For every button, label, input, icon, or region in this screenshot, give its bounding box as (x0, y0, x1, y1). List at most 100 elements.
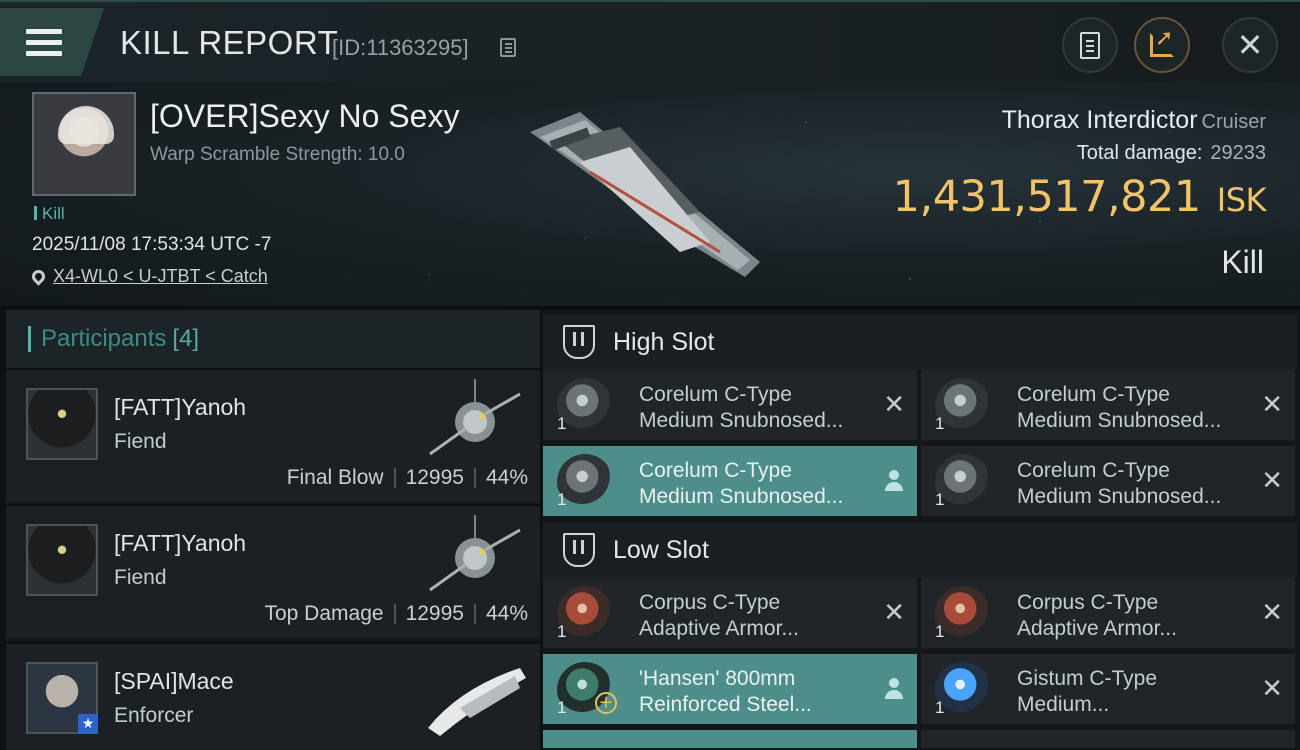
participant-percent: 44% (485, 466, 528, 489)
item-name: Corpus C-Type Adaptive Armor... (639, 590, 869, 642)
participant-ship-image (428, 668, 526, 736)
divider (393, 604, 396, 624)
participants-label: Participants (41, 325, 167, 352)
module-item[interactable]: 1 Corelum C-Type Medium Snubnosed... (543, 446, 917, 518)
destroyed-icon: ✕ (1261, 466, 1283, 496)
victim-ship-image[interactable] (520, 102, 770, 282)
destroyed-icon: ✕ (1261, 598, 1283, 628)
high-slot-icon (563, 325, 595, 359)
plus-badge-icon: + (595, 692, 617, 714)
clipboard-icon (1080, 31, 1100, 59)
warp-scramble-strength: Warp Scramble Strength: 10.0 (150, 144, 405, 165)
fitting-panel: High Slot 1 Corelum C-Type Medium Snubnos… (543, 310, 1300, 750)
item-name-line1: Corelum C-Type (1017, 459, 1170, 482)
module-item[interactable]: + 1 'Hansen' 800mm Reinforced Steel... (543, 654, 917, 726)
location-link[interactable]: X4-WL0 < U-JTBT < Catch (53, 266, 268, 287)
participant-ship: Enforcer (114, 704, 194, 727)
participant-name[interactable]: [FATT]Yanoh (114, 530, 246, 557)
total-damage: Total damage: 29233 (1077, 142, 1266, 165)
avatar[interactable] (26, 524, 98, 596)
ship-name-text: Thorax Interdictor (1001, 106, 1198, 134)
item-name-line2: Medium Snubnosed... (1017, 409, 1222, 432)
item-quantity: 1 (935, 414, 945, 433)
result-label: Kill (1221, 244, 1264, 280)
item-name-line1: Corelum C-Type (639, 459, 792, 482)
total-damage-value: 29233 (1210, 142, 1266, 164)
module-item[interactable]: 1 Corelum C-Type Medium Snubnosed... ✕ (921, 446, 1295, 518)
location: X4-WL0 < U-JTBT < Catch (29, 266, 268, 287)
avatar[interactable]: ★ (26, 662, 98, 734)
item-name-line2: Adaptive Armor... (639, 617, 799, 640)
module-item-partial[interactable] (543, 730, 917, 750)
victim-name[interactable]: [OVER]Sexy No Sexy (150, 98, 459, 135)
star-badge-icon: ★ (78, 714, 98, 734)
kill-tag: Kill (34, 204, 65, 224)
item-name: Corelum C-Type Medium Snubnosed... (1017, 458, 1247, 510)
participant-stats: Top Damage 12995 44% (264, 602, 528, 626)
menu-icon (26, 28, 62, 56)
participant-name[interactable]: [FATT]Yanoh (114, 394, 246, 421)
participant-card[interactable]: ★ [SPAI]Mace Enforcer (6, 642, 540, 750)
module-item[interactable]: 1 Corelum C-Type Medium Snubnosed... ✕ (921, 370, 1295, 442)
total-damage-label: Total damage: (1076, 142, 1203, 164)
divider (473, 604, 476, 624)
close-icon: ✕ (1236, 26, 1264, 64)
module-item[interactable]: 1 Corpus C-Type Adaptive Armor... ✕ (921, 578, 1295, 650)
item-name: Corelum C-Type Medium Snubnosed... (639, 382, 869, 434)
item-name-line1: 'Hansen' 800mm (639, 667, 796, 690)
item-name-line1: Corpus C-Type (639, 591, 781, 614)
item-quantity: 1 (557, 490, 567, 509)
divider (393, 468, 396, 488)
participant-percent: 44% (485, 602, 528, 625)
participant-ship-image (429, 379, 521, 456)
close-button[interactable]: ✕ (1222, 17, 1278, 73)
menu-button[interactable] (0, 8, 104, 76)
dropped-person-icon (885, 678, 903, 700)
item-quantity: 1 (935, 490, 945, 509)
clipboard-button[interactable] (1062, 17, 1118, 73)
low-slot-icon (563, 533, 595, 567)
module-item-partial[interactable] (921, 730, 1295, 750)
low-slot-label: Low Slot (613, 535, 709, 564)
timestamp: 2025/11/08 17:53:34 UTC -7 (32, 234, 272, 255)
participant-role: Top Damage (264, 602, 384, 625)
item-name-line1: Corelum C-Type (639, 383, 792, 406)
module-item[interactable]: 1 Corpus C-Type Adaptive Armor... ✕ (543, 578, 917, 650)
dropped-person-icon (885, 470, 903, 492)
item-name-line1: Corpus C-Type (1017, 591, 1159, 614)
item-name-line1: Gistum C-Type (1017, 667, 1158, 690)
high-slot-header: High Slot (543, 314, 1297, 370)
participants-header: Participants [4] (6, 310, 540, 368)
victim-banner: [OVER]Sexy No Sexy Warp Scramble Strengt… (0, 82, 1300, 308)
victim-avatar[interactable] (32, 92, 136, 196)
share-button[interactable] (1134, 17, 1190, 73)
isk-unit: ISK (1216, 181, 1267, 219)
participant-card[interactable]: [FATT]Yanoh Fiend Final Blow 12995 44% (6, 368, 540, 502)
item-name: 'Hansen' 800mm Reinforced Steel... (639, 666, 869, 718)
item-quantity: 1 (557, 622, 567, 641)
participant-ship-image (429, 515, 521, 592)
item-name: Corelum C-Type Medium Snubnosed... (639, 458, 869, 510)
item-quantity: 1 (935, 622, 945, 641)
avatar[interactable] (26, 388, 98, 460)
item-name-line2: Reinforced Steel... (639, 693, 812, 716)
isk-amount: 1,431,517,821 (892, 172, 1202, 222)
item-name-line2: Adaptive Armor... (1017, 617, 1177, 640)
participant-card[interactable]: [FATT]Yanoh Fiend Top Damage 12995 44% (6, 504, 540, 638)
ship-class: Cruiser (1201, 111, 1266, 133)
participant-role: Final Blow (286, 466, 384, 489)
module-item[interactable]: 1 Gistum C-Type Medium... ✕ (921, 654, 1295, 726)
module-item[interactable]: 1 Corelum C-Type Medium Snubnosed... ✕ (543, 370, 917, 442)
share-icon (1150, 26, 1174, 57)
item-quantity: 1 (557, 414, 567, 433)
copy-icon[interactable] (500, 38, 516, 57)
top-bar: KILL REPORT [ID:11363295] ✕ (0, 0, 1300, 82)
item-name-line2: Medium Snubnosed... (639, 409, 844, 432)
item-quantity: 1 (935, 698, 945, 717)
low-slot-header: Low Slot (543, 522, 1297, 578)
item-name: Gistum C-Type Medium... (1017, 666, 1247, 718)
participant-name[interactable]: [SPAI]Mace (114, 668, 234, 695)
victim-ship-name: Thorax Interdictor Cruiser (1002, 106, 1266, 135)
destroyed-icon: ✕ (1261, 674, 1283, 704)
participant-damage: 12995 (405, 466, 464, 489)
